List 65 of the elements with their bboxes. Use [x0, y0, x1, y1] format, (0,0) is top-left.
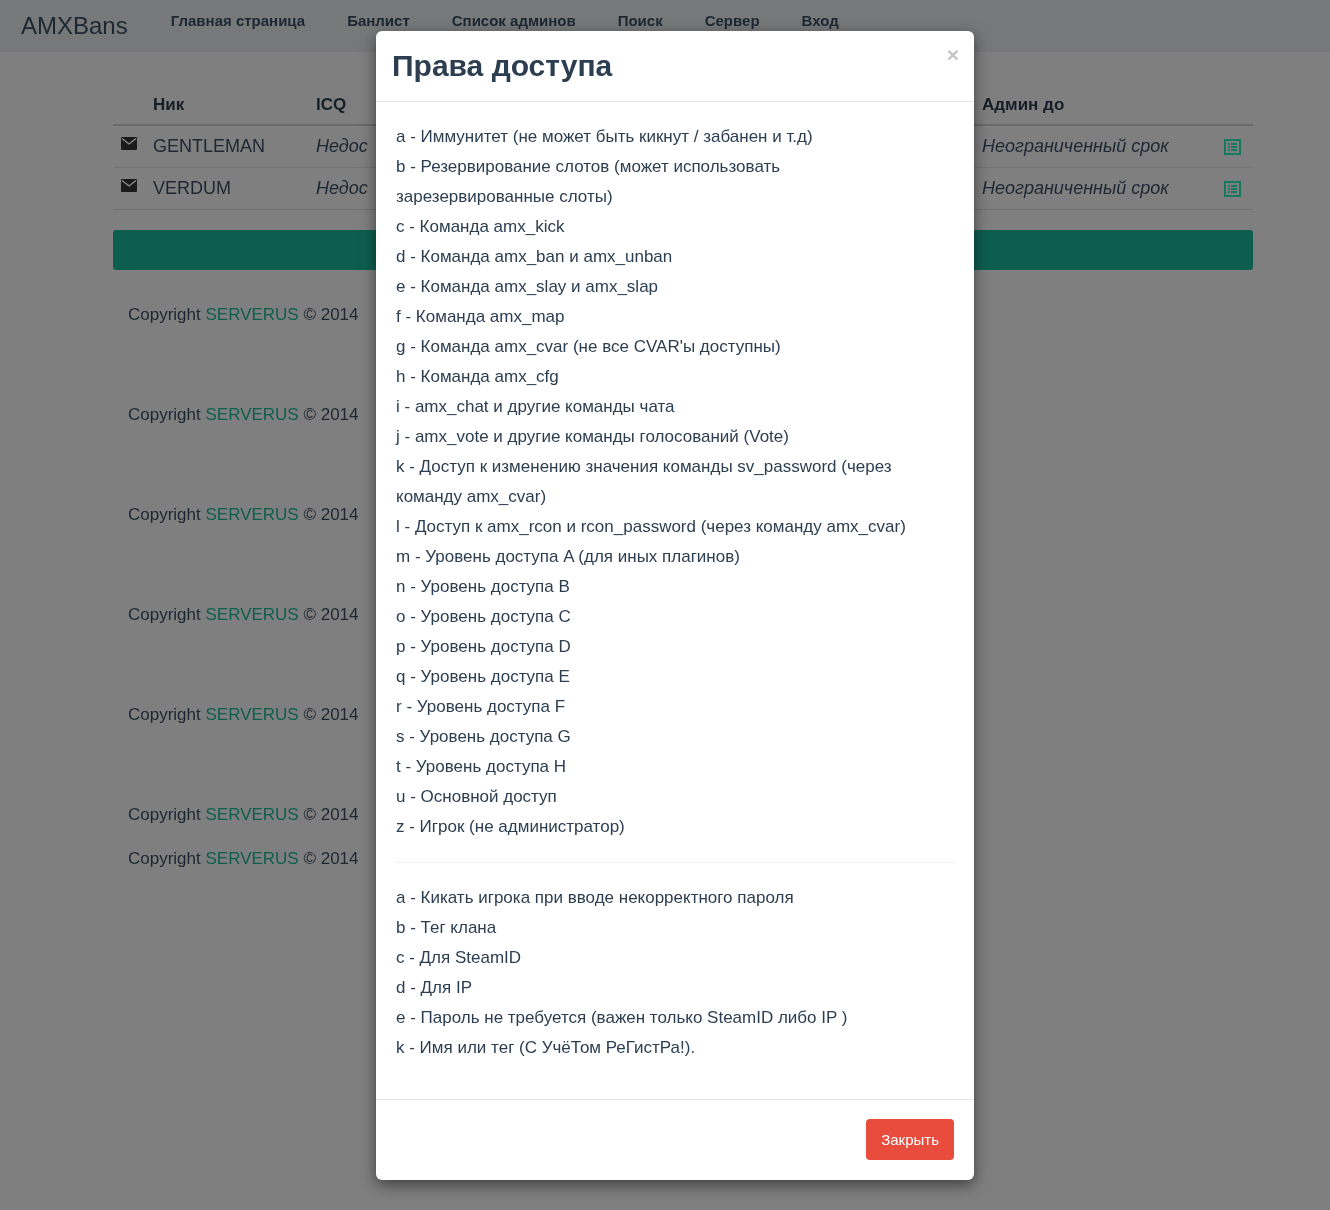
access-flag-item: u - Основной доступ [396, 786, 558, 808]
copyright-link[interactable]: SERVERUS [205, 605, 299, 624]
copyright-text: Copyright SERVERUS © 2014 [128, 605, 359, 625]
nav-link[interactable]: Банлист [326, 12, 431, 30]
copyright-link[interactable]: SERVERUS [205, 849, 299, 868]
access-flag-item: l - Доступ к amx_rcon и rcon_password (через команду amx_cvar) [396, 516, 907, 538]
copyright-text: Copyright SERVERUS © 2014 [128, 805, 359, 825]
copyright-link[interactable]: SERVERUS [205, 305, 299, 324]
access-flag-item: o - Уровень доступа C [396, 606, 572, 628]
nav-link[interactable]: Список админов [430, 12, 597, 30]
access-flag-item: n - Уровень доступа B [396, 576, 571, 598]
envelope-icon [121, 137, 137, 150]
list-icon[interactable] [1224, 180, 1241, 197]
access-flag-item: q - Уровень доступа E [396, 666, 571, 688]
account-flag-item: e - Пароль не требуется (важен только SteamID либо IP ) [396, 1007, 849, 1029]
copyright-link[interactable]: SERVERUS [205, 505, 299, 524]
copyright-text: Copyright SERVERUS © 2014 [128, 849, 359, 869]
nav-link[interactable]: Сервер [683, 12, 781, 30]
access-flag-item: d - Команда amx_ban и amx_unban [396, 246, 674, 268]
column-header: ICQ [316, 94, 347, 115]
access-flag-item: g - Команда amx_cvar (не все CVAR'ы доступны) [396, 336, 782, 358]
account-flag-item: a - Кикать игрока при вводе некорректного пароля [396, 887, 795, 909]
access-flag-item: t - Уровень доступа H [396, 756, 568, 778]
nav-link[interactable]: Поиск [596, 12, 684, 30]
list-icon[interactable] [1224, 138, 1241, 155]
copyright-text: Copyright SERVERUS © 2014 [128, 305, 359, 325]
table-cell: Недос [316, 178, 368, 199]
copyright-text: Copyright SERVERUS © 2014 [128, 405, 359, 425]
access-flag-item: k - Доступ к изменению значения команды sv_password (через команду amx_cvar) [396, 456, 893, 508]
access-flag-item: a - Иммунитет (не может быть кикнут / забанен и т.д) [396, 126, 814, 148]
access-flag-item: c - Команда amx_kick [396, 216, 566, 238]
table-cell: Неограниченный срок [982, 136, 1169, 157]
copyright-link[interactable]: SERVERUS [205, 405, 299, 424]
column-header: Ник [153, 94, 185, 115]
access-flag-item: i - amx_chat и другие команды чата [396, 396, 676, 418]
copyright-text: Copyright SERVERUS © 2014 [128, 505, 359, 525]
access-flag-item: s - Уровень доступа G [396, 726, 572, 748]
copyright-text: Copyright SERVERUS © 2014 [128, 705, 359, 725]
access-flag-item: z - Игрок (не администратор) [396, 816, 626, 838]
table-cell: GENTLEMAN [153, 136, 266, 157]
account-flag-item: b - Тег клана [396, 917, 498, 939]
account-flag-item: d - Для IP [396, 977, 473, 999]
access-flag-item: e - Команда amx_slay и amx_slap [396, 276, 660, 298]
close-button[interactable]: × [946, 44, 959, 65]
table-cell: Недос [316, 136, 368, 157]
account-flag-item: c - Для SteamID [396, 947, 523, 969]
nav-link[interactable]: Главная страница [149, 12, 327, 30]
access-flag-item: b - Резервирование слотов (может использовать зарезервированные слоты) [396, 156, 782, 208]
access-flag-item: f - Команда amx_map [396, 306, 566, 328]
envelope-icon [121, 179, 137, 192]
access-flag-item: r - Уровень доступа F [396, 696, 567, 718]
brand-link[interactable]: AMXBans [21, 12, 128, 40]
modal-title: Права доступа [392, 48, 613, 84]
access-flag-item: p - Уровень доступа D [396, 636, 572, 658]
copyright-link[interactable]: SERVERUS [205, 805, 299, 824]
access-flag-item: h - Команда amx_cfg [396, 366, 560, 388]
close-dialog-button[interactable]: Закрыть [866, 1119, 954, 1160]
nav-link[interactable]: Вход [780, 12, 860, 30]
column-header: Админ до [982, 94, 1065, 115]
table-cell: Неограниченный срок [982, 178, 1169, 199]
table-cell: VERDUM [153, 178, 231, 199]
access-flag-item: j - amx_vote и другие команды голосований (Vote) [396, 426, 790, 448]
copyright-link[interactable]: SERVERUS [205, 705, 299, 724]
access-flag-item: m - Уровень доступа A (для иных плагинов) [396, 546, 741, 568]
account-flag-item: k - Имя или тег (С УчёТом РеГистРа!). [396, 1037, 697, 1059]
